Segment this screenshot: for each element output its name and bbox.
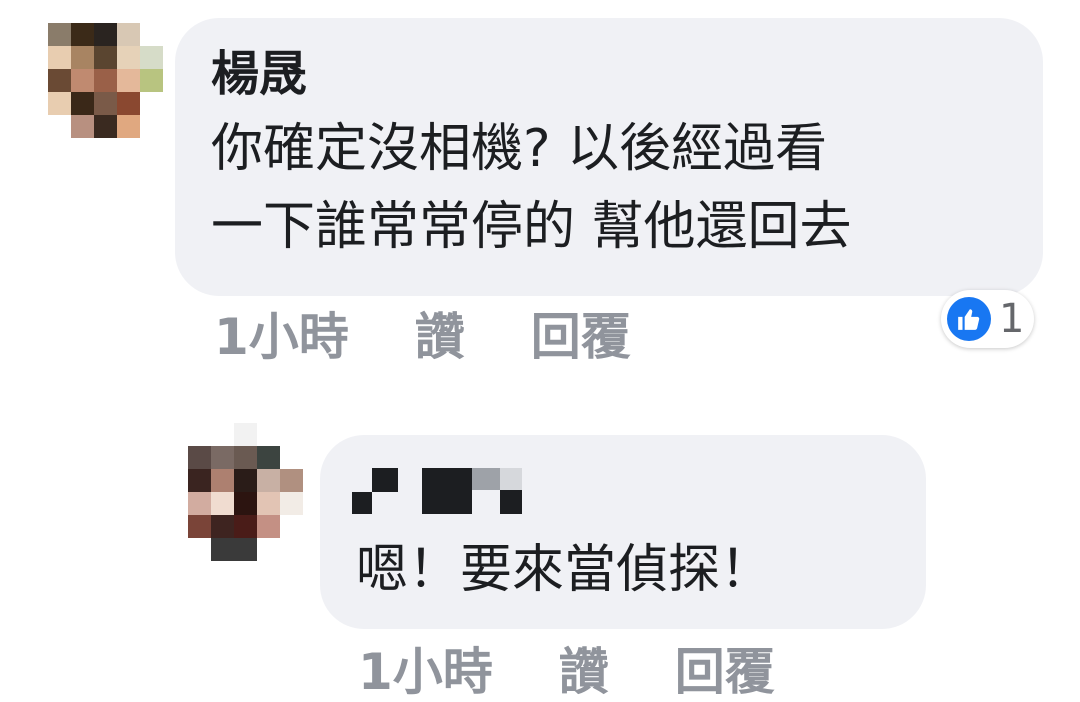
redacted-author-name [352, 468, 522, 516]
reaction-count: 1 [999, 296, 1025, 342]
comment-author[interactable]: 楊晟 [211, 46, 307, 102]
timestamp[interactable]: 1小時 [358, 642, 493, 702]
comment-bubble[interactable]: 楊晟 你確定沒相機? 以後經過看 一下誰常常停的 幫他還回去 [175, 18, 1043, 296]
comment-bubble[interactable]: 嗯！要來當偵探！ [320, 435, 926, 629]
thumbs-up-icon [947, 297, 991, 341]
reply-link[interactable]: 回覆 [531, 307, 631, 367]
like-link[interactable]: 讚 [415, 307, 465, 367]
comment-text: 你確定沒相機? 以後經過看 一下誰常常停的 幫他還回去 [211, 119, 852, 257]
reply-link[interactable]: 回覆 [675, 642, 775, 702]
timestamp[interactable]: 1小時 [214, 307, 349, 367]
like-link[interactable]: 讚 [559, 642, 609, 702]
comment-actions: 1小時 讚 回覆 [358, 642, 841, 702]
avatar[interactable] [188, 423, 303, 561]
reaction-badge[interactable]: 1 [941, 290, 1035, 348]
comment-actions: 1小時 讚 回覆 [214, 307, 697, 367]
avatar[interactable] [48, 23, 163, 138]
comment-text: 嗯！要來當偵探！ [356, 540, 773, 600]
